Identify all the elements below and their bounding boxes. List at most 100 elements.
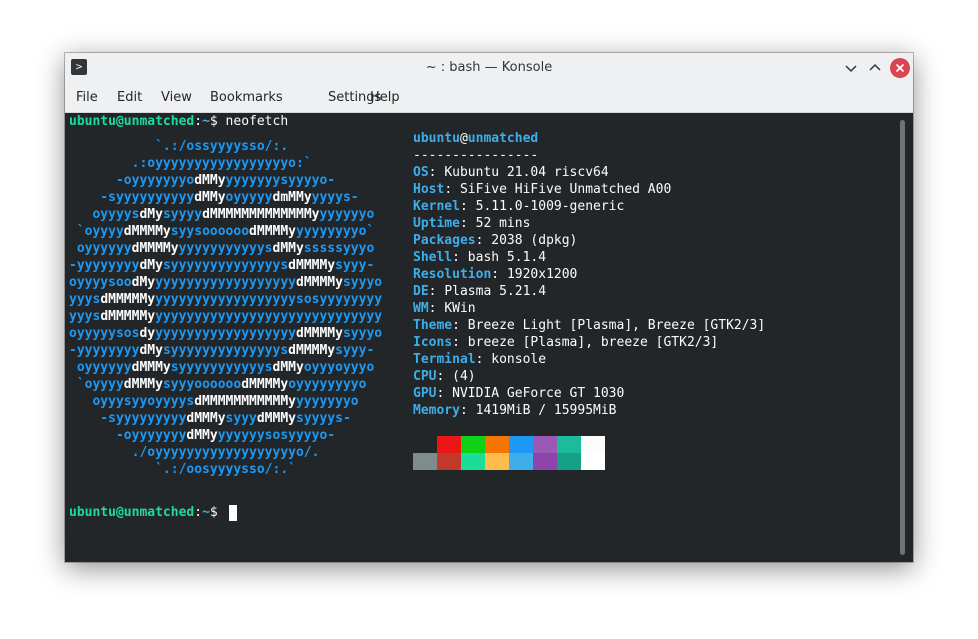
prompt-user-host: ubuntu@unmatched: [69, 114, 195, 129]
logo-segment: syysoooooo: [170, 224, 250, 239]
logo-line: yyysdMMMMMyyyyyyyyyyyyyyyyyyysosyyyyyyyy: [69, 291, 382, 308]
info-key: Memory: [413, 403, 460, 418]
info-field: Kernel: 5.11.0-1009-generic: [413, 198, 624, 215]
logo-segment: syyyyyyyyyyys: [170, 360, 273, 375]
color-swatch: [485, 436, 509, 453]
color-swatch: [557, 436, 581, 453]
logo-line: `.:/ossyyyysso/:.: [69, 138, 288, 155]
maximize-button[interactable]: [865, 58, 885, 78]
info-value: (4): [452, 369, 476, 384]
logo-segment: yyyyyysosyyyyo-: [217, 428, 336, 443]
logo-segment: yyyyyyyyyyys: [178, 241, 273, 256]
logo-segment: dMMMMy: [241, 377, 289, 392]
info-field: Packages: 2038 (dpkg): [413, 232, 577, 249]
menu-file[interactable]: File: [73, 83, 101, 112]
menu-view[interactable]: View: [158, 83, 195, 112]
logo-segment: `.:/oosyyyysso/:.`: [69, 462, 296, 477]
info-colon: :: [436, 369, 453, 384]
logo-segment: syyyo: [342, 326, 383, 341]
logo-segment: dMMMMy: [288, 258, 336, 273]
color-swatch: [581, 453, 605, 470]
info-value: 1419MiB / 15995MiB: [475, 403, 617, 418]
logo-line: `oyyyydMMMMysyysoooooodMMMMyyyyyyyyyo`: [69, 223, 374, 240]
logo-segment: dMMy: [272, 241, 304, 256]
color-swatch: [557, 453, 581, 470]
info-value: breeze [Plasma], breeze [GTK2/3]: [467, 335, 719, 350]
logo-segment: oyyyyy: [225, 190, 273, 205]
scrollbar[interactable]: [900, 120, 905, 555]
info-value: 52 mins: [475, 216, 531, 231]
minimize-button[interactable]: [841, 58, 861, 78]
menu-help[interactable]: Help: [367, 83, 403, 112]
logo-segment: oyyyyyy: [69, 241, 132, 256]
color-swatch: [485, 453, 509, 470]
logo-segment: dMMMMMy: [100, 309, 156, 324]
info-colon: :: [428, 165, 445, 180]
info-value: Kubuntu 21.04 riscv64: [444, 165, 609, 180]
logo-line: oyyyyyydMMMMyyyyyyyyyyyysdMMysssssyyyo: [69, 240, 374, 257]
color-swatch: [413, 453, 437, 470]
info-value: NVIDIA GeForce GT 1030: [452, 386, 625, 401]
info-value: 2038 (dpkg): [491, 233, 578, 248]
info-colon: :: [459, 403, 476, 418]
info-field: OS: Kubuntu 21.04 riscv64: [413, 164, 609, 181]
logo-segment: -yyyyyyyy: [69, 258, 140, 273]
color-swatch: [413, 436, 437, 453]
logo-line: -oyyyyyyydMMyyyyyyysosyyyyo-: [69, 427, 335, 444]
menu-bookmarks[interactable]: Bookmarks: [207, 83, 286, 112]
logo-segment: yyyyyyyyyyyyyyyyyyyyyyyyyyyyy: [155, 309, 383, 324]
logo-segment: yyyyyyyyyyyyyyyyyy: [155, 275, 296, 290]
typed-command: neofetch: [225, 114, 289, 129]
menu-edit[interactable]: Edit: [114, 83, 145, 112]
info-colon: :: [475, 352, 492, 367]
logo-segment: syyyyyyyyyyyyyys: [162, 343, 289, 358]
info-colon: :: [459, 216, 476, 231]
logo-segment: sssssyyyo: [303, 241, 375, 256]
info-key: DE: [413, 284, 429, 299]
title-bar[interactable]: > ~ : bash — Konsole: [65, 53, 913, 83]
info-key: WM: [413, 301, 429, 316]
info-colon: :: [444, 182, 460, 197]
logo-segment: -syyyyyyyyy: [69, 411, 187, 426]
prompt-path: ~: [202, 505, 210, 520]
logo-segment: dMy: [139, 258, 163, 273]
info-key: Host: [413, 182, 445, 197]
text-cursor: [229, 505, 237, 521]
logo-segment: dMMy: [272, 360, 304, 375]
logo-segment: dMy: [139, 343, 163, 358]
logo-segment: oyyyyysos: [69, 326, 140, 341]
close-button[interactable]: [890, 58, 910, 78]
info-field: CPU: (4): [413, 368, 476, 385]
logo-segment: `oyyyy: [69, 224, 124, 239]
info-value: 1920x1200: [506, 267, 578, 282]
info-key: Uptime: [413, 216, 460, 231]
logo-segment: dy: [139, 326, 156, 341]
logo-segment: dMMy: [194, 190, 226, 205]
info-at: @: [459, 131, 468, 146]
terminal-area[interactable]: ubuntu@unmatched:~$ neofetch `.:/ossyyyy…: [65, 113, 913, 562]
logo-segment: dMy: [131, 275, 156, 290]
logo-segment: yyyyyyyyyyyyyyyyyy: [155, 326, 296, 341]
prompt-sigil: $: [209, 114, 226, 129]
logo-segment: syyyys-: [296, 411, 351, 426]
info-colon: :: [452, 318, 468, 333]
prompt-path: ~: [202, 114, 210, 129]
logo-line: `oyyyydMMMysyyyoooooodMMMMyoyyyyyyyyo: [69, 376, 367, 393]
logo-segment: dMMMMy: [131, 241, 179, 256]
logo-segment: yyys: [69, 292, 101, 307]
logo-segment: syyy-: [335, 343, 375, 358]
logo-segment: dMMMy: [186, 411, 226, 426]
info-value: KWin: [444, 301, 476, 316]
konsole-window: > ~ : bash — Konsole File Edit View Book…: [65, 53, 913, 562]
info-value: 5.11.0-1009-generic: [475, 199, 625, 214]
logo-segment: dMMMMy: [296, 326, 343, 341]
logo-segment: syyyo: [342, 275, 383, 290]
color-swatch: [437, 453, 461, 470]
info-field: Uptime: 52 mins: [413, 215, 530, 232]
logo-line: -yyyyyyyydMysyyyyyyyyyyyyyysdMMMMysyyy-: [69, 342, 374, 359]
info-field: Terminal: konsole: [413, 351, 546, 368]
logo-segment: yyyyyyo: [319, 207, 375, 222]
prompt-separator: :: [194, 505, 203, 520]
logo-segment: dMMy: [186, 428, 218, 443]
info-key: Theme: [413, 318, 453, 333]
